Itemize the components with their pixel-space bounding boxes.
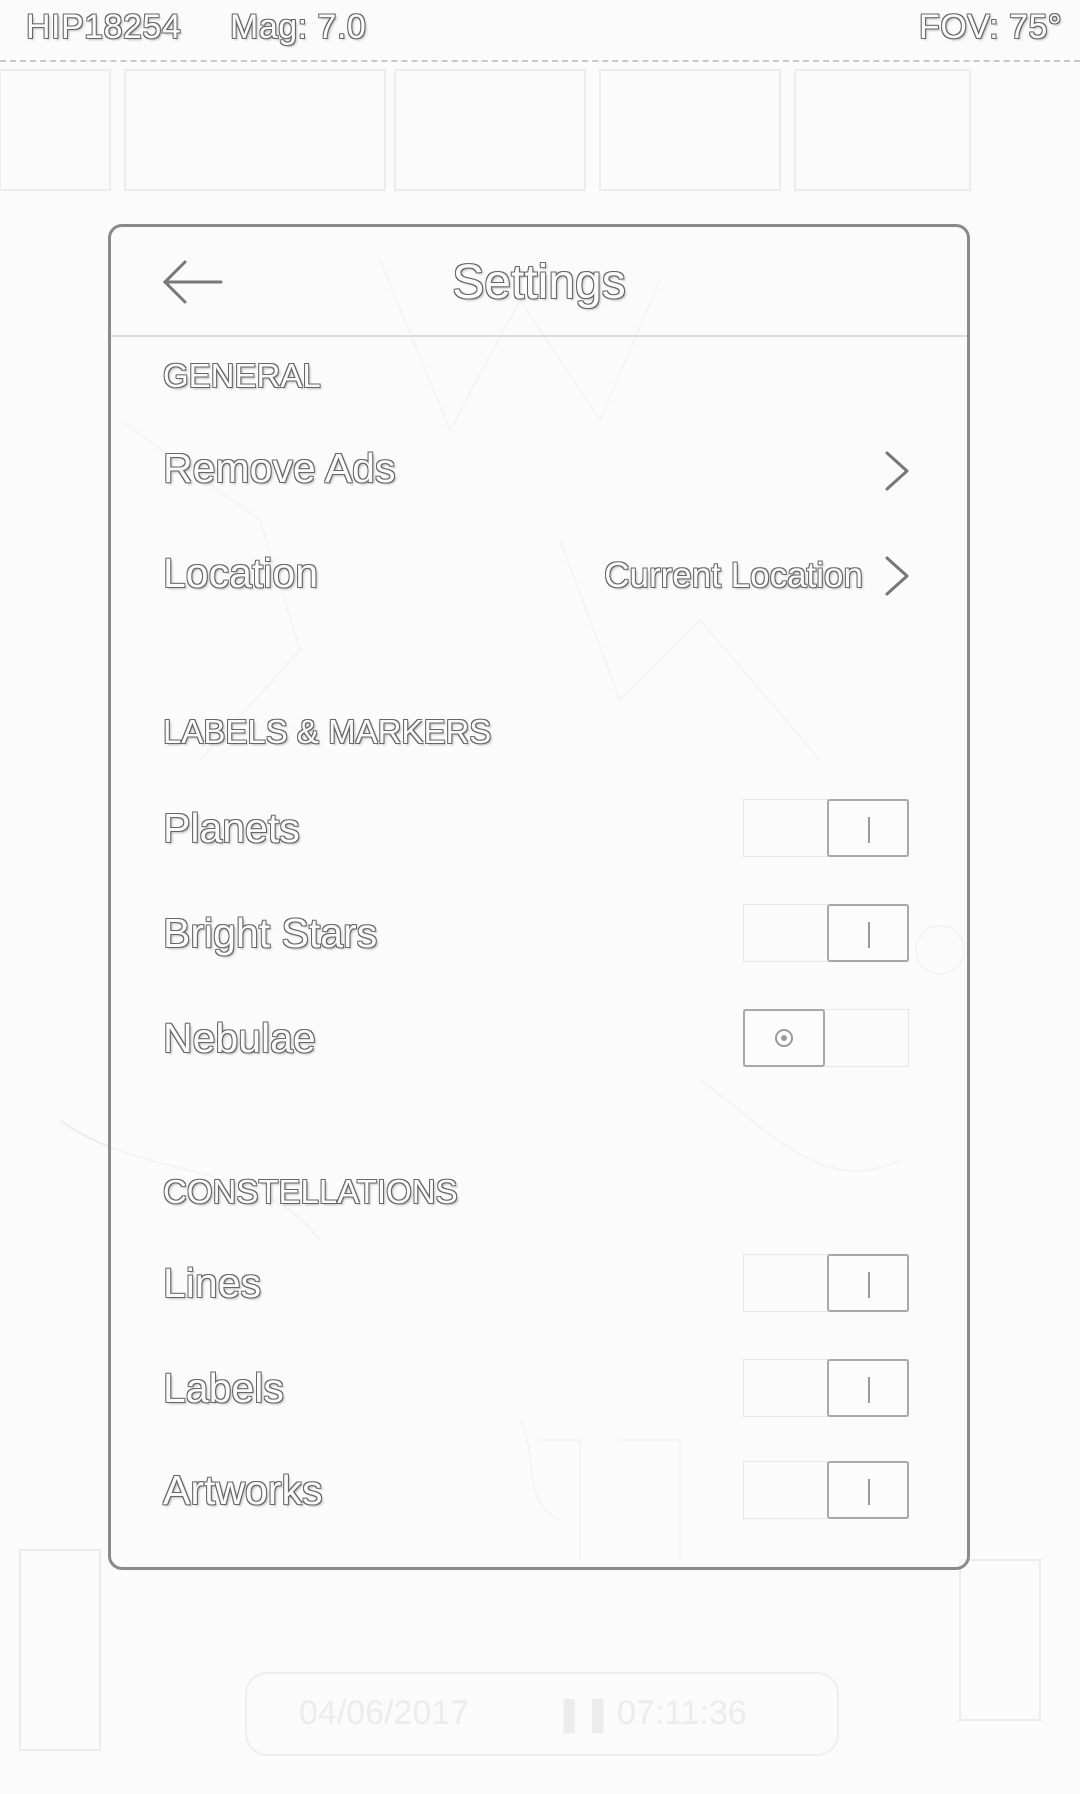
remove-ads-row[interactable]: Remove Ads (111, 427, 967, 517)
lines-toggle[interactable] (743, 1254, 911, 1314)
section-header-general: GENERAL (163, 357, 321, 394)
labels-row: Labels (111, 1347, 967, 1437)
section-header-constellations: CONSTELLATIONS (163, 1173, 458, 1210)
lines-row: Lines (111, 1242, 967, 1332)
lines-label: Lines (163, 1260, 262, 1306)
artworks-row: Artworks (111, 1449, 967, 1539)
toggle-knob (743, 1009, 825, 1067)
nebulae-toggle[interactable] (743, 1009, 911, 1069)
artworks-label: Artworks (163, 1467, 323, 1513)
field-of-view-label: FOV: 75° (919, 8, 1062, 46)
chevron-right-icon (885, 451, 909, 491)
star-id-label: HIP18254 (26, 8, 182, 46)
section-header-labels-markers: LABELS & MARKERS (163, 713, 492, 750)
location-label: Location (163, 550, 319, 596)
star-magnitude-label: Mag: 7.0 (230, 8, 367, 46)
toggle-knob (827, 799, 909, 857)
labels-toggle[interactable] (743, 1359, 911, 1419)
top-info-bar: HIP18254 Mag: 7.0 FOV: 75° (0, 0, 1080, 62)
bright-stars-row: Bright Stars (111, 892, 967, 982)
dialog-header: Settings (111, 227, 967, 337)
time-label: 07:11:36 (617, 1694, 747, 1732)
date-time-bar: 04/06/2017 ❚❚ 07:11:36 (245, 1672, 839, 1756)
nebulae-label: Nebulae (163, 1015, 316, 1061)
toggle-knob (827, 1254, 909, 1312)
location-row[interactable]: Location Current Location (111, 532, 967, 622)
toggle-knob (827, 1461, 909, 1519)
planets-row: Planets (111, 787, 967, 877)
chevron-right-icon (885, 556, 909, 596)
planets-toggle[interactable] (743, 799, 911, 859)
location-value: Current Location (604, 556, 863, 595)
toggle-knob (827, 1359, 909, 1417)
artworks-toggle[interactable] (743, 1461, 911, 1521)
bright-stars-label: Bright Stars (163, 910, 378, 956)
nebulae-row: Nebulae (111, 997, 967, 1087)
planets-label: Planets (163, 805, 300, 851)
date-label: 04/06/2017 (299, 1694, 470, 1732)
labels-label: Labels (163, 1365, 284, 1411)
page-title: Settings (452, 256, 626, 309)
remove-ads-label: Remove Ads (163, 445, 396, 491)
settings-dialog: Settings GENERAL Remove Ads Location Cur… (108, 224, 970, 1570)
bright-stars-toggle[interactable] (743, 904, 911, 964)
pause-icon: ❚❚ (555, 1695, 612, 1733)
toggle-knob (827, 904, 909, 962)
